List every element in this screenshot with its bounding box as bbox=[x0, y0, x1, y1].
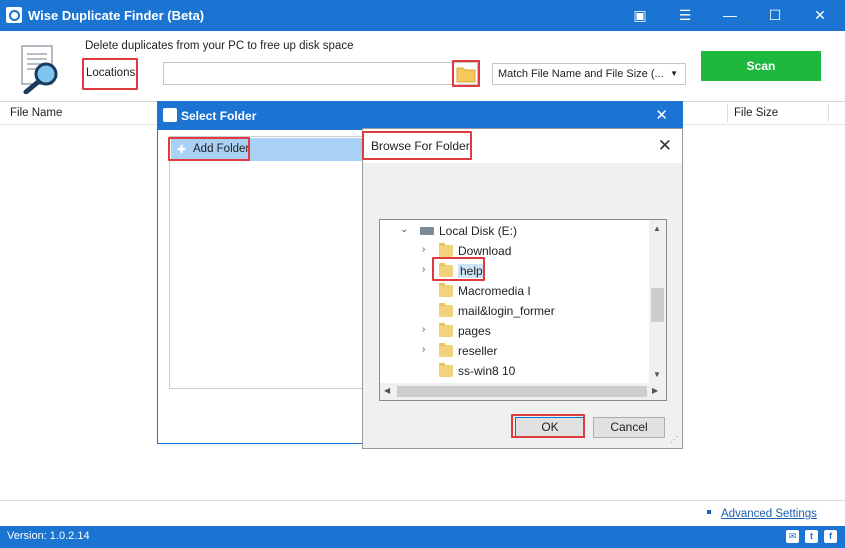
bullet-icon bbox=[707, 510, 711, 514]
match-mode-select[interactable]: Match File Name and File Size (... ▼ bbox=[492, 63, 686, 85]
tree-item-help[interactable]: › help bbox=[380, 261, 650, 281]
match-mode-value: Match File Name and File Size (... bbox=[498, 68, 664, 80]
tree-item-reseller[interactable]: › reseller bbox=[380, 341, 650, 361]
maximize-icon[interactable]: ☐ bbox=[755, 0, 795, 31]
title-bar: Wise Duplicate Finder (Beta) ▣ ☰ — ☐ ✕ bbox=[0, 0, 845, 31]
tree-item-pages[interactable]: › pages bbox=[380, 321, 650, 341]
tree-item-macromedia[interactable]: Macromedia I bbox=[380, 281, 650, 301]
browse-folder-highlight bbox=[452, 60, 480, 87]
selected-folders-list[interactable]: ✚ Add Folder bbox=[169, 136, 369, 389]
status-bar: Version: 1.0.2.14 ✉ t f bbox=[0, 526, 845, 548]
folder-tree[interactable]: ⌄ Local Disk (E:) › Download › help Macr… bbox=[379, 219, 667, 401]
menu-icon[interactable]: ☰ bbox=[665, 0, 705, 31]
column-file-name[interactable]: File Name bbox=[10, 107, 62, 119]
close-icon[interactable]: ✕ bbox=[655, 106, 668, 124]
tree-item-label: Local Disk (E:) bbox=[439, 224, 518, 238]
window-title: Wise Duplicate Finder (Beta) bbox=[28, 8, 205, 23]
help-folder-highlight bbox=[432, 257, 485, 281]
scan-button[interactable]: Scan bbox=[701, 51, 821, 81]
locations-input[interactable] bbox=[163, 62, 478, 85]
folder-icon bbox=[439, 303, 453, 317]
chevron-right-icon[interactable]: › bbox=[422, 344, 425, 355]
close-icon[interactable]: ✕ bbox=[800, 0, 840, 31]
browse-title-highlight bbox=[362, 131, 472, 160]
chevron-right-icon[interactable]: › bbox=[422, 244, 425, 255]
scroll-thumb[interactable] bbox=[397, 386, 647, 397]
scroll-left-icon[interactable]: ◀ bbox=[384, 386, 390, 395]
folder-icon bbox=[439, 343, 453, 357]
version-text: Version: 1.0.2.14 bbox=[7, 530, 90, 542]
scroll-down-icon[interactable]: ▼ bbox=[653, 370, 661, 379]
select-folder-title-bar: Select Folder ✕ bbox=[158, 102, 682, 130]
tree-item-mail-login[interactable]: mail&login_former bbox=[380, 301, 650, 321]
tree-item-label: mail&login_former bbox=[458, 304, 555, 318]
tagline-text: Delete duplicates from your PC to free u… bbox=[85, 40, 354, 52]
ok-button-highlight bbox=[511, 414, 585, 438]
column-divider bbox=[828, 104, 829, 122]
tree-horizontal-scrollbar[interactable]: ◀ ▶ bbox=[380, 383, 666, 400]
close-icon[interactable]: ✕ bbox=[658, 136, 672, 156]
chevron-right-icon[interactable]: › bbox=[422, 324, 425, 335]
document-search-icon bbox=[21, 45, 58, 94]
add-folder-highlight bbox=[168, 137, 250, 161]
chevron-right-icon[interactable]: › bbox=[422, 264, 425, 275]
column-divider bbox=[727, 104, 728, 122]
folder-icon bbox=[439, 323, 453, 337]
tree-item-label: Macromedia I bbox=[458, 284, 531, 298]
tree-vertical-scrollbar[interactable]: ▲ ▼ bbox=[649, 220, 666, 384]
advanced-settings-link[interactable]: Advanced Settings bbox=[721, 508, 817, 520]
tree-item-drive[interactable]: ⌄ Local Disk (E:) bbox=[380, 221, 650, 241]
tree-item-label: Download bbox=[458, 244, 512, 258]
chevron-down-icon: ▼ bbox=[670, 69, 678, 78]
column-file-size[interactable]: File Size bbox=[734, 107, 778, 119]
resize-grip-icon[interactable]: ⋰ bbox=[670, 436, 680, 446]
scroll-right-icon[interactable]: ▶ bbox=[652, 386, 658, 395]
tree-item-label: reseller bbox=[458, 344, 498, 358]
drive-icon bbox=[420, 227, 434, 235]
tree-item-download[interactable]: › Download bbox=[380, 241, 650, 261]
app-logo-icon bbox=[6, 7, 22, 23]
folder-icon bbox=[439, 363, 453, 377]
browse-for-folder-dialog: Browse For Folder ✕ ⌄ Local Disk (E:) › … bbox=[362, 128, 683, 449]
chevron-down-icon[interactable]: ⌄ bbox=[400, 224, 408, 235]
tree-item-label: ss-win8 10 bbox=[458, 364, 516, 378]
skin-icon[interactable]: ▣ bbox=[620, 0, 660, 31]
tree-item-ss-win8[interactable]: ss-win8 10 bbox=[380, 361, 650, 381]
scroll-up-icon[interactable]: ▲ bbox=[653, 224, 661, 233]
locations-label-highlight bbox=[82, 58, 138, 90]
twitter-icon[interactable]: t bbox=[805, 530, 818, 543]
tree-item-label: pages bbox=[458, 324, 491, 338]
folder-icon bbox=[439, 283, 453, 297]
minimize-icon[interactable]: — bbox=[710, 0, 750, 31]
cancel-button[interactable]: Cancel bbox=[593, 417, 665, 438]
select-folder-title: Select Folder bbox=[181, 109, 257, 123]
scroll-thumb[interactable] bbox=[651, 288, 664, 322]
facebook-icon[interactable]: f bbox=[824, 530, 837, 543]
app-logo-icon bbox=[163, 108, 177, 122]
email-icon[interactable]: ✉ bbox=[786, 530, 799, 543]
bottom-bar bbox=[0, 500, 845, 526]
folder-icon bbox=[439, 243, 453, 257]
